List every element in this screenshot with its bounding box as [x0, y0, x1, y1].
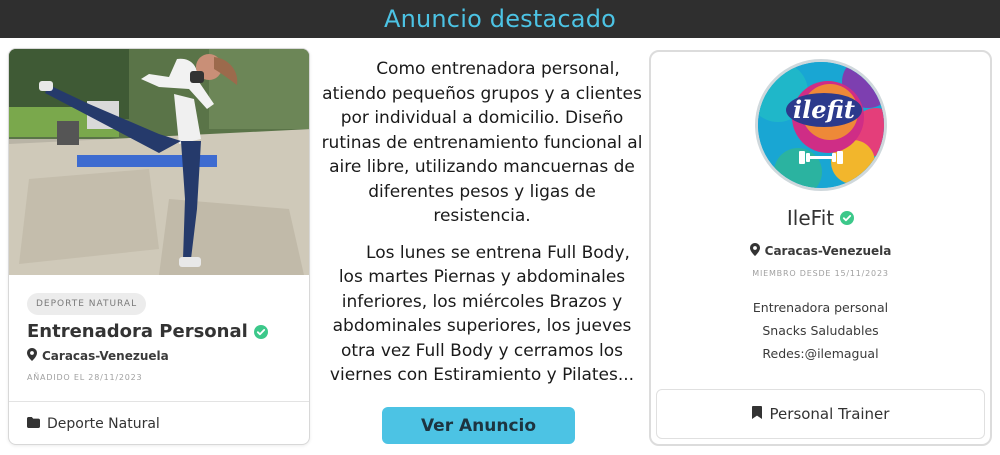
info-line: Redes:@ilemagual [762, 346, 879, 361]
svg-text:ilefit: ilefit [793, 95, 855, 124]
listing-title-text[interactable]: Entrenadora Personal [27, 321, 248, 342]
listing-title[interactable]: Entrenadora Personal [27, 321, 268, 342]
listing-card[interactable]: DEPORTE NATURAL Entrenadora Personal Car… [8, 48, 310, 445]
description-paragraph: Los lunes se entrena Full Body, los mart… [329, 242, 635, 386]
featured-header: Anuncio destacado [0, 0, 1000, 38]
info-line: Snacks Saludables [762, 323, 879, 338]
footer-category-link[interactable]: Deporte Natural [27, 416, 160, 432]
profile-info-list: Entrenadora personal Snacks Saludables R… [651, 296, 990, 365]
location-text: Caracas-Venezuela [42, 349, 169, 363]
profile-name[interactable]: IleFit [651, 206, 990, 230]
divider [9, 401, 309, 402]
member-since: MIEMBRO DESDE 15/11/2023 [752, 269, 889, 278]
profile-card[interactable]: ilefit IleFit Caracas-Venezuela MIEMBRO … [649, 50, 992, 446]
listing-description: Como entrenadora personal, atiendo peque… [320, 57, 644, 388]
info-line: Entrenadora personal [752, 300, 889, 315]
footer-category-label[interactable]: Deporte Natural [47, 416, 160, 432]
verified-check-icon [840, 211, 855, 225]
listing-photo[interactable] [9, 49, 309, 275]
folder-icon [27, 416, 40, 432]
bookmark-icon [751, 405, 762, 423]
category-badge[interactable]: DEPORTE NATURAL [27, 293, 147, 315]
description-paragraph: Como entrenadora personal, atiendo peque… [321, 59, 643, 226]
verified-check-icon [253, 324, 268, 339]
brand-logo[interactable]: ilefit [755, 59, 887, 191]
view-listing-button[interactable]: Ver Anuncio [382, 407, 575, 444]
map-pin-icon [749, 243, 760, 259]
listing-location: Caracas-Venezuela [27, 348, 169, 364]
profile-category-link[interactable]: Personal Trainer [656, 389, 985, 439]
location-text: Caracas-Venezuela [764, 244, 892, 258]
profile-location: Caracas-Venezuela [651, 243, 990, 259]
profile-name-text[interactable]: IleFit [787, 206, 834, 230]
added-date: AÑADIDO EL 28/11/2023 [27, 373, 143, 382]
profile-category-label[interactable]: Personal Trainer [770, 405, 890, 423]
map-pin-icon [27, 348, 37, 364]
header-title: Anuncio destacado [383, 5, 617, 33]
